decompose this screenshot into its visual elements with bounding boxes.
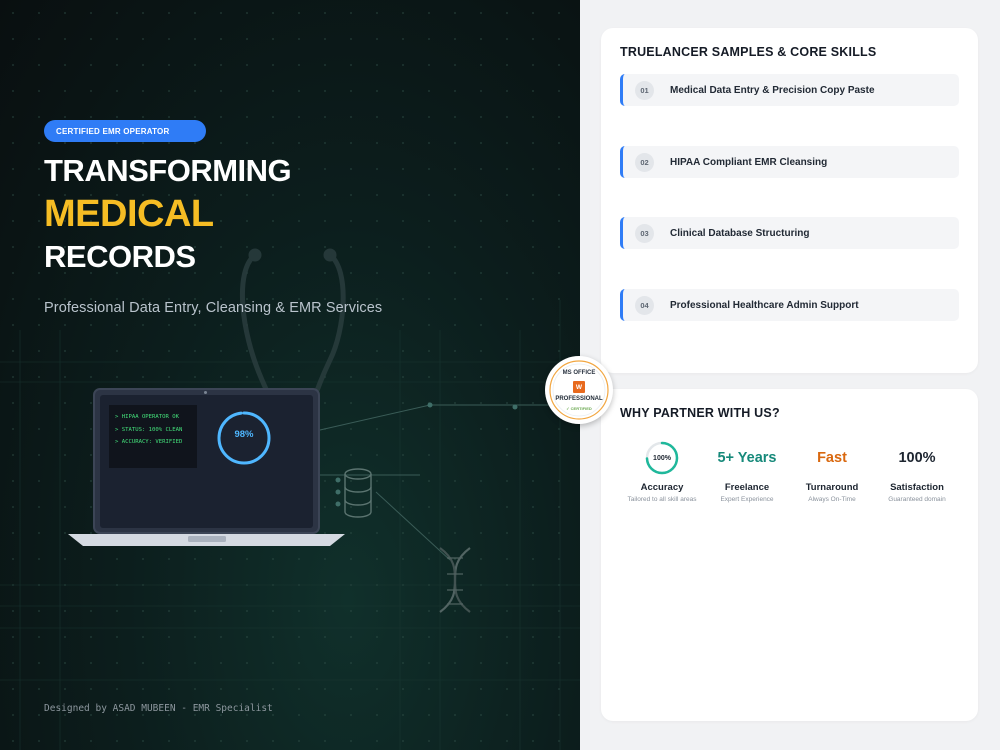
headline: TRANSFORMING MEDICAL RECORDS: [44, 150, 292, 278]
stat-sub: Tailored to all skill areas: [627, 496, 697, 503]
background-decoration: [0, 0, 580, 750]
stat-sub: Expert Experience: [720, 496, 774, 503]
ms-office-certified-seal: MS OFFICE W PROFESSIONAL ✓ CERTIFIED: [545, 356, 613, 424]
word-icon: W: [573, 381, 585, 393]
headline-line-3: RECORDS: [44, 239, 196, 274]
stat-label: Accuracy: [640, 482, 684, 493]
stat-turnaround: Fast Turnaround Always On-Time: [789, 440, 875, 503]
skills-card: TRUELANCER SAMPLES & CORE SKILLS 01 Medi…: [601, 28, 978, 373]
stat-value: 100%: [653, 454, 671, 462]
skills-title: TRUELANCER SAMPLES & CORE SKILLS: [620, 45, 877, 59]
seal-middle-text: PROFESSIONAL: [555, 396, 603, 402]
skill-item: 02 HIPAA Compliant EMR Cleansing: [620, 146, 959, 178]
webcam-dot: [204, 391, 207, 394]
stat-accuracy: 100% Accuracy Tailored to all skill area…: [619, 440, 705, 503]
why-title: WHY PARTNER WITH US?: [620, 406, 780, 420]
seal-bottom-text: ✓ CERTIFIED: [566, 406, 592, 411]
stat-sub: Always On-Time: [808, 496, 856, 503]
laptop-base: [68, 534, 345, 546]
terminal-line: > STATUS: 100% CLEAN: [115, 426, 183, 433]
designer-credit: Designed by ASAD MUBEEN - EMR Specialist: [44, 703, 273, 714]
stat-experience: 5+ Years Freelance Expert Experience: [704, 440, 790, 503]
stat-satisfaction: 100% Satisfaction Guaranteed domain: [874, 440, 960, 503]
skill-item: 04 Professional Healthcare Admin Support: [620, 289, 959, 321]
terminal-window: > HIPAA OPERATOR OK > STATUS: 100% CLEAN…: [109, 405, 197, 468]
headline-line-2: MEDICAL: [44, 193, 214, 235]
skill-number: 04: [635, 295, 654, 315]
skill-item: 03 Clinical Database Structuring: [620, 217, 959, 249]
certified-badge: CERTIFIED EMR OPERATOR: [44, 120, 206, 142]
skill-number: 02: [635, 152, 654, 172]
skill-item: 01 Medical Data Entry & Precision Copy P…: [620, 74, 959, 106]
stat-value: Fast: [817, 450, 847, 466]
hero-panel: CERTIFIED EMR OPERATOR TRANSFORMING MEDI…: [0, 0, 580, 750]
skill-label: Medical Data Entry & Precision Copy Past…: [670, 84, 875, 96]
terminal-line: > HIPAA OPERATOR OK: [115, 414, 179, 420]
skill-label: HIPAA Compliant EMR Cleansing: [670, 156, 828, 168]
why-partner-card: WHY PARTNER WITH US? 100% Accuracy Tailo…: [601, 389, 978, 721]
stat-label: Freelance: [724, 482, 770, 493]
skill-number: 03: [635, 223, 654, 243]
skill-label: Professional Healthcare Admin Support: [670, 299, 859, 311]
skill-number: 01: [635, 80, 654, 100]
stat-label: Satisfaction: [890, 482, 944, 493]
stat-value: 5+ Years: [717, 450, 777, 466]
stat-sub: Guaranteed domain: [888, 496, 946, 503]
skill-label: Clinical Database Structuring: [670, 227, 810, 239]
stat-value: 100%: [898, 450, 936, 466]
gauge-label: 98%: [234, 429, 254, 440]
terminal-line: > ACCURACY: VERIFIED: [115, 439, 183, 445]
hero-subtitle: Professional Data Entry, Cleansing & EMR…: [44, 300, 383, 316]
accuracy-ring-icon: 100%: [645, 441, 679, 475]
headline-line-1: TRANSFORMING: [44, 153, 292, 188]
stat-label: Turnaround: [805, 482, 859, 493]
seal-top-text: MS OFFICE: [562, 370, 596, 376]
